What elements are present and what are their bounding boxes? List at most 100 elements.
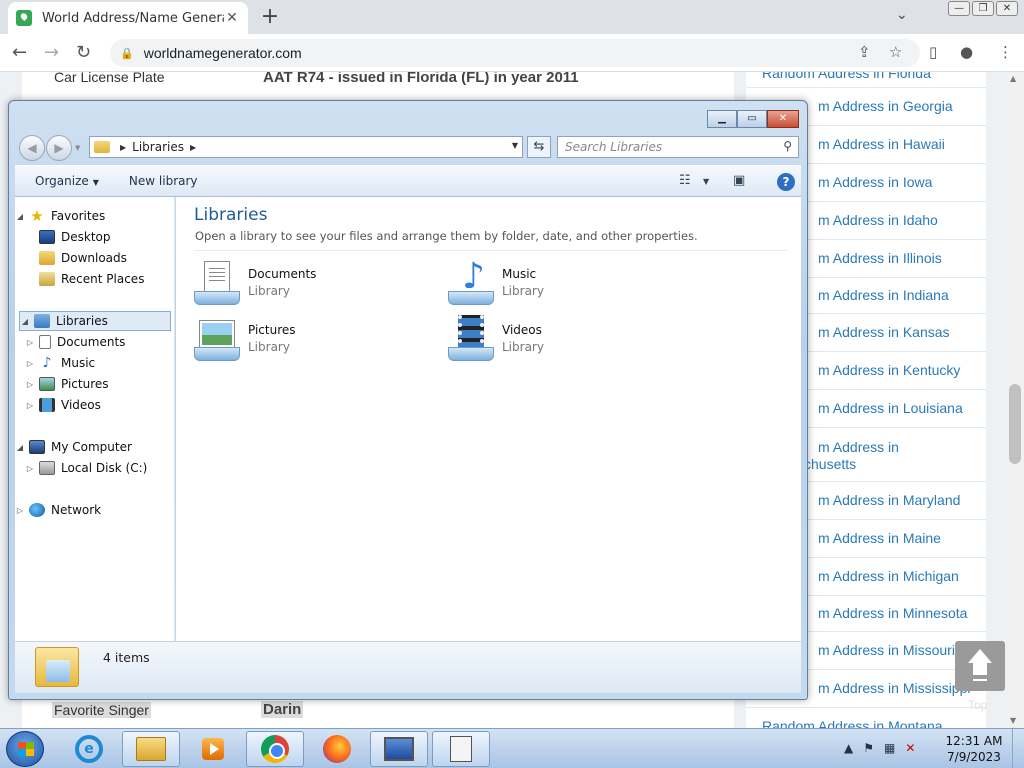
explorer-maximize-button[interactable]: ▭ <box>737 110 767 128</box>
share-icon[interactable]: ⇪ <box>858 43 871 61</box>
taskbar-remote-desktop[interactable] <box>370 731 428 767</box>
library-name: Pictures <box>248 322 296 337</box>
address-dropdown-icon[interactable]: ▼ <box>512 141 518 150</box>
tab-search-icon[interactable]: ⌄ <box>896 7 908 23</box>
nav-item-documents[interactable]: ▷ Documents <box>15 332 175 352</box>
browser-tab[interactable]: World Address/Name Generator ✕ <box>8 2 248 34</box>
explorer-search-input[interactable]: Search Libraries ⚲ <box>557 136 799 158</box>
library-documents[interactable]: Documents Library <box>194 259 316 305</box>
pictures-library-icon <box>194 315 240 361</box>
taskbar-chrome[interactable] <box>246 731 304 767</box>
clock-date: 7/9/2023 <box>947 750 1001 764</box>
explorer-address-bar[interactable]: ▶ Libraries ▶ ▼ <box>89 136 523 158</box>
expand-triangle-icon[interactable]: ▷ <box>25 359 35 368</box>
nav-item-libraries[interactable]: ◢ Libraries <box>19 311 171 331</box>
back-icon[interactable]: ← <box>12 42 27 63</box>
change-view-icon[interactable]: ☷ <box>679 173 691 188</box>
scrollbar-thumb[interactable] <box>1009 384 1021 464</box>
taskbar-media-player[interactable] <box>184 731 242 767</box>
taskbar-calculator[interactable] <box>432 731 490 767</box>
collapse-triangle-icon[interactable]: ◢ <box>15 443 25 452</box>
preview-pane-icon[interactable]: ▣ <box>733 173 745 188</box>
show-hidden-icons-icon[interactable]: ▲ <box>844 741 853 755</box>
explorer-minimize-button[interactable]: ▁ <box>707 110 737 128</box>
expand-triangle-icon[interactable]: ▷ <box>25 380 35 389</box>
reload-icon[interactable]: ↻ <box>76 42 91 63</box>
new-tab-button[interactable]: + <box>258 4 282 29</box>
tab-close-button[interactable]: ✕ <box>224 10 240 26</box>
menu-kebab-icon[interactable]: ⋮ <box>998 43 1013 61</box>
nav-item-downloads[interactable]: Downloads <box>15 248 175 268</box>
explorer-forward-icon[interactable]: ▶ <box>46 135 72 161</box>
breadcrumb-arrow-icon[interactable]: ▶ <box>190 143 196 152</box>
browser-toolbar: ← → ↻ 🔒 worldnamegenerator.com ⇪ ☆ ▯ ● ⋮ <box>0 34 1024 72</box>
taskbar-clock[interactable]: 12:31 AM 7/9/2023 <box>944 733 1004 765</box>
start-button[interactable] <box>6 731 44 767</box>
network-status-icon[interactable]: ▦ <box>884 741 895 755</box>
action-center-flag-icon[interactable]: ⚑ <box>863 741 874 755</box>
organize-button[interactable]: Organize ▼ <box>35 174 99 188</box>
explorer-close-button[interactable]: ✕ <box>767 110 799 128</box>
nav-item-label: Documents <box>57 335 126 349</box>
expand-triangle-icon[interactable]: ▷ <box>25 401 35 410</box>
breadcrumb-libraries[interactable]: Libraries <box>132 140 184 154</box>
side-panel-icon[interactable]: ▯ <box>929 43 937 61</box>
search-icon[interactable]: ⚲ <box>783 139 792 153</box>
new-library-button[interactable]: New library <box>129 174 198 188</box>
expand-triangle-icon[interactable]: ▷ <box>25 464 35 473</box>
nav-item-network[interactable]: ▷ Network <box>15 500 175 520</box>
explorer-back-icon[interactable]: ◀ <box>19 135 45 161</box>
explorer-command-bar: Organize ▼ New library ☷ ▼ ▣ ? <box>15 165 801 197</box>
expand-triangle-icon[interactable]: ▷ <box>25 338 35 347</box>
volume-muted-icon[interactable]: ✕ <box>905 741 915 755</box>
taskbar-windows-explorer[interactable] <box>122 731 180 767</box>
breadcrumb-arrow-icon[interactable]: ▶ <box>120 143 126 152</box>
taskbar-firefox[interactable] <box>308 731 366 767</box>
documents-icon <box>39 335 51 349</box>
library-music[interactable]: ♪ Music Library <box>448 259 544 305</box>
show-desktop-button[interactable] <box>1012 729 1024 768</box>
scroll-up-icon[interactable]: ▲ <box>1010 74 1016 83</box>
nav-item-recent-places[interactable]: Recent Places <box>15 269 175 289</box>
scroll-to-top-button[interactable] <box>955 641 1005 691</box>
nav-item-pictures[interactable]: ▷ Pictures <box>15 374 175 394</box>
nav-item-favorites[interactable]: ◢ ★ Favorites <box>15 206 175 226</box>
explorer-refresh-button[interactable]: ⇆ <box>527 136 551 158</box>
scroll-down-icon[interactable]: ▼ <box>1010 716 1016 725</box>
bookmark-star-icon[interactable]: ☆ <box>889 43 902 61</box>
videos-film-icon <box>39 398 55 412</box>
collapse-triangle-icon[interactable]: ◢ <box>20 317 30 326</box>
taskbar-internet-explorer[interactable]: e <box>60 731 118 767</box>
page-scrollbar[interactable]: ▲ ▼ <box>1006 72 1024 728</box>
windows-logo-icon <box>18 742 34 756</box>
library-pictures[interactable]: Pictures Library <box>194 315 296 361</box>
forward-icon[interactable]: → <box>44 42 59 63</box>
library-type: Library <box>502 339 544 354</box>
view-options-chevron-icon[interactable]: ▼ <box>703 177 709 186</box>
nav-item-my-computer[interactable]: ◢ My Computer <box>15 437 175 457</box>
recent-pages-chevron-icon[interactable]: ▼ <box>75 144 80 152</box>
browser-window-controls: — ❐ ✕ <box>948 1 1018 16</box>
profile-avatar-icon[interactable]: ● <box>960 43 973 61</box>
restore-button[interactable]: ❐ <box>972 1 994 16</box>
expand-triangle-icon[interactable]: ▷ <box>15 506 25 515</box>
nav-item-local-disk[interactable]: ▷ Local Disk (C:) <box>15 458 175 478</box>
collapse-triangle-icon[interactable]: ◢ <box>15 212 25 221</box>
sidebar-link[interactable]: Random Address in Montana <box>746 712 986 728</box>
content-title: Libraries <box>194 205 268 225</box>
close-button[interactable]: ✕ <box>996 1 1018 16</box>
nav-item-label: Libraries <box>56 314 108 328</box>
nav-item-music[interactable]: ▷ ♪ Music <box>15 353 175 373</box>
star-icon: ★ <box>30 207 44 225</box>
library-name: Documents <box>248 266 317 281</box>
internet-explorer-icon: e <box>75 735 103 763</box>
nav-item-desktop[interactable]: Desktop <box>15 227 175 247</box>
recent-places-icon <box>39 272 55 286</box>
pictures-icon <box>39 377 55 391</box>
sidebar-link[interactable]: Random Address in Florida <box>746 72 986 88</box>
library-videos[interactable]: Videos Library <box>448 315 544 361</box>
address-bar[interactable]: 🔒 worldnamegenerator.com <box>110 39 920 67</box>
nav-item-videos[interactable]: ▷ Videos <box>15 395 175 415</box>
help-icon[interactable]: ? <box>777 173 795 191</box>
minimize-button[interactable]: — <box>948 1 970 16</box>
